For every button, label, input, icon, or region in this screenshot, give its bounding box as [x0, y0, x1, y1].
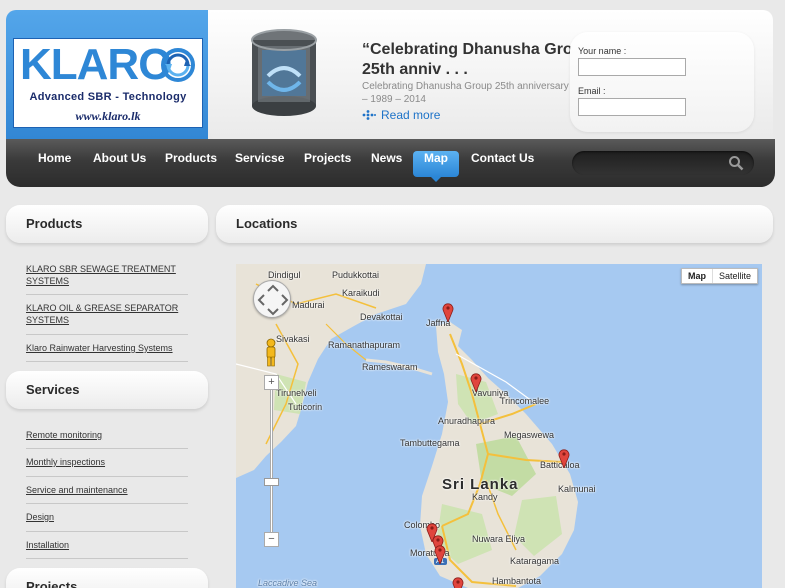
map-place-label: Karaikudi — [342, 288, 380, 298]
tank-product-image — [251, 29, 317, 116]
nav-products[interactable]: Products — [157, 151, 225, 177]
dots-arrow-icon — [362, 110, 376, 120]
search-icon[interactable] — [728, 155, 744, 171]
nav-news[interactable]: News — [363, 151, 410, 177]
pan-control[interactable] — [253, 280, 291, 318]
name-field[interactable] — [578, 58, 686, 76]
map-place-label: Kataragama — [510, 556, 560, 566]
divider — [26, 361, 188, 362]
promo-subtitle: Celebrating Dhanusha Group 25th annivers… — [362, 81, 569, 105]
map-place-label: Hambantota — [492, 576, 542, 586]
map-place-label: Pudukkottai — [332, 270, 380, 280]
services-heading-label: Services — [26, 382, 80, 397]
nav-map[interactable]: Map — [413, 151, 459, 182]
location-marker[interactable] — [442, 302, 454, 322]
sidebar-link-rainwater[interactable]: Klaro Rainwater Harvesting Systems — [26, 342, 188, 354]
sidebar-link-installation[interactable]: Installation — [26, 539, 188, 551]
map-place-label: Rameswaram — [362, 362, 418, 372]
map-sea-label: Laccadive Sea — [258, 578, 318, 588]
divider — [26, 334, 188, 335]
map-place-label: Kalmunai — [558, 484, 596, 494]
main-nav: Home About Us Products Servicse Projects… — [6, 139, 775, 187]
services-heading: Services — [6, 371, 208, 409]
search-input[interactable] — [572, 151, 754, 175]
products-heading: Products — [6, 205, 208, 243]
divider — [26, 294, 188, 295]
sidebar-link-remote-monitoring[interactable]: Remote monitoring — [26, 429, 188, 441]
promo-title-line-1: “Celebrating Dhanusha Group — [362, 41, 577, 58]
map-type-satellite-button[interactable]: Satellite — [711, 269, 757, 283]
map-place-label: Devakottai — [360, 312, 403, 322]
map-place-label: Ramanathapuram — [328, 340, 401, 350]
locations-heading-label: Locations — [236, 216, 298, 231]
logo-swirl-icon — [161, 48, 195, 82]
banner: “Celebrating Dhanusha Group 25th anniv .… — [208, 10, 773, 150]
divider — [26, 531, 188, 532]
sidebar-link-oil-grease[interactable]: KLARO OIL & GREASE SEPARATOR SYSTEMS — [26, 302, 188, 326]
map-place-label: Anuradhapura — [438, 416, 496, 426]
map-place-label: Tirunelveli — [276, 388, 317, 398]
subscribe-form: Your name : Email : — [570, 32, 754, 132]
projects-heading: Projects — [6, 568, 208, 588]
divider — [26, 503, 188, 504]
map-place-label: Kandy — [472, 492, 498, 502]
logo-wordmark: KLARO — [20, 40, 172, 89]
name-label: Your name : — [578, 46, 627, 56]
promo-title[interactable]: “Celebrating Dhanusha Group 25th anniv .… — [362, 40, 577, 80]
sidebar-link-design[interactable]: Design — [26, 511, 188, 523]
sidebar-link-service-maintenance[interactable]: Service and maintenance — [26, 484, 188, 496]
nav-home[interactable]: Home — [30, 151, 79, 177]
location-marker[interactable] — [434, 544, 446, 564]
read-more-link[interactable]: Read more — [362, 108, 440, 122]
nav-contact-us[interactable]: Contact Us — [463, 151, 542, 177]
promo-title-line-2: 25th anniv . . . — [362, 61, 468, 78]
pan-arrows-icon — [257, 284, 289, 316]
map-type-map-button[interactable]: Map — [682, 269, 712, 283]
sidebar-link-sbr-sewage[interactable]: KLARO SBR SEWAGE TREATMENT SYSTEMS — [26, 263, 188, 287]
location-marker[interactable] — [558, 448, 570, 468]
map-type-control: Map Satellite — [680, 268, 758, 284]
email-field[interactable] — [578, 98, 686, 116]
sidebar-link-monthly-inspections[interactable]: Monthly inspections — [26, 456, 188, 468]
map-place-label: Trincomalee — [500, 396, 550, 406]
zoom-slider-track[interactable] — [270, 390, 273, 532]
divider — [26, 476, 188, 477]
divider — [26, 558, 188, 559]
logo-url: www.klaro.lk — [75, 109, 141, 123]
locations-heading: Locations — [216, 205, 773, 243]
street-view-pegman-icon[interactable] — [264, 338, 278, 368]
divider — [26, 448, 188, 449]
location-marker[interactable] — [452, 576, 464, 588]
map-place-label: Megaswewa — [504, 430, 555, 440]
logo-panel: KLARO Advanced SBR - Technology www.klar… — [6, 10, 208, 150]
zoom-out-button[interactable]: − — [264, 532, 279, 547]
map-place-label: Tambuttegama — [400, 438, 460, 448]
nav-projects[interactable]: Projects — [296, 151, 359, 177]
map-place-label: Sivakasi — [276, 334, 310, 344]
location-marker[interactable] — [470, 372, 482, 392]
zoom-in-button[interactable]: + — [264, 375, 279, 390]
map-place-label: Madurai — [292, 300, 325, 310]
email-label: Email : — [578, 86, 606, 96]
locations-map[interactable]: Dindigul Pudukkottai Karaikudi Devakotta… — [236, 264, 762, 588]
projects-heading-label: Projects — [26, 579, 78, 588]
logo[interactable]: KLARO Advanced SBR - Technology www.klar… — [13, 38, 203, 128]
nav-services[interactable]: Servicse — [227, 151, 292, 177]
nav-about-us[interactable]: About Us — [85, 151, 154, 177]
read-more-label: Read more — [381, 108, 441, 122]
logo-tagline: Advanced SBR - Technology — [29, 91, 187, 103]
map-country-label: Sri Lanka — [442, 476, 519, 493]
map-place-label: Dindigul — [268, 270, 301, 280]
products-heading-label: Products — [26, 216, 83, 231]
zoom-slider-handle[interactable] — [264, 478, 279, 486]
map-place-label: Nuwara Eliya — [472, 534, 526, 544]
map-place-label: Tuticorin — [288, 402, 323, 412]
